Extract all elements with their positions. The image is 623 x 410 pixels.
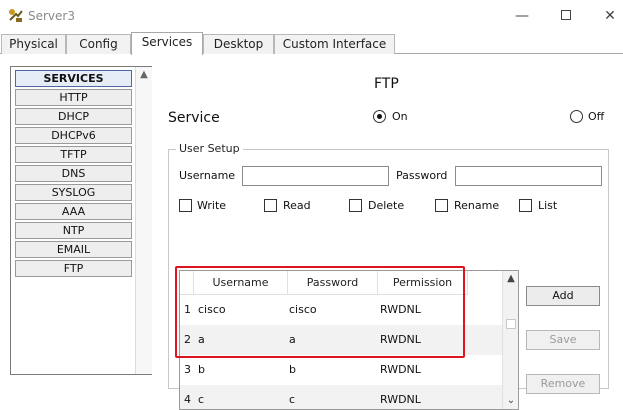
- server-app-icon: [9, 9, 23, 22]
- radio-selected-icon: [377, 114, 382, 119]
- read-checkbox[interactable]: [264, 199, 277, 212]
- tab-physical[interactable]: Physical: [1, 34, 66, 54]
- table-scrollbar[interactable]: ▲ ⌄: [502, 271, 518, 409]
- delete-checkbox[interactable]: [349, 199, 362, 212]
- service-off-radio[interactable]: [570, 110, 583, 123]
- service-off-label: Off: [588, 110, 605, 123]
- list-checkbox[interactable]: [519, 199, 532, 212]
- service-list-panel: SERVICES HTTP DHCP DHCPv6 TFTP DNS SYSLO…: [10, 66, 152, 375]
- row-permission: RWDNL: [380, 393, 421, 406]
- write-label: Write: [197, 199, 227, 212]
- tab-services[interactable]: Services: [131, 32, 203, 55]
- scroll-down-icon[interactable]: ⌄: [503, 393, 518, 409]
- row-permission: RWDNL: [380, 363, 421, 376]
- maximize-icon: [561, 10, 571, 20]
- scroll-thumb[interactable]: [506, 319, 516, 329]
- sidebar-item-services[interactable]: SERVICES: [15, 70, 132, 87]
- table-row[interactable]: 4 c c RWDNL: [180, 385, 502, 409]
- sidebar-item-syslog[interactable]: SYSLOG: [15, 184, 132, 201]
- delete-label: Delete: [368, 199, 405, 212]
- password-field[interactable]: [455, 166, 602, 186]
- service-label: Service: [168, 110, 220, 126]
- row-password: c: [289, 393, 296, 406]
- sidebar-item-aaa[interactable]: AAA: [15, 203, 132, 220]
- row-password: b: [289, 363, 296, 376]
- tab-custom-interface[interactable]: Custom Interface: [274, 34, 395, 54]
- scroll-up-icon[interactable]: ▲: [503, 271, 518, 287]
- add-button[interactable]: Add: [526, 286, 600, 306]
- row-index: 4: [184, 393, 191, 406]
- sidebar-item-http[interactable]: HTTP: [15, 89, 132, 106]
- sidebar-item-tftp[interactable]: TFTP: [15, 146, 132, 163]
- list-label: List: [538, 199, 558, 212]
- tab-config[interactable]: Config: [66, 34, 131, 54]
- remove-button[interactable]: Remove: [526, 374, 600, 394]
- page-title: FTP: [374, 76, 399, 92]
- minimize-button[interactable]: —: [512, 6, 532, 26]
- write-checkbox[interactable]: [179, 199, 192, 212]
- row-username: c: [198, 393, 205, 406]
- service-on-label: On: [392, 110, 408, 123]
- read-label: Read: [283, 199, 311, 212]
- tab-bar: Physical Config Services Desktop Custom …: [0, 32, 623, 55]
- rename-checkbox[interactable]: [435, 199, 448, 212]
- service-list: SERVICES HTTP DHCP DHCPv6 TFTP DNS SYSLO…: [15, 70, 132, 279]
- username-field[interactable]: [242, 166, 389, 186]
- tab-desktop[interactable]: Desktop: [203, 34, 274, 54]
- sidebar-scrollbar[interactable]: ▲: [135, 67, 152, 374]
- username-label: Username: [179, 169, 236, 182]
- window-title: Server3: [28, 9, 75, 23]
- service-on-radio[interactable]: [373, 110, 386, 123]
- user-setup-legend: User Setup: [176, 142, 243, 155]
- sidebar-item-ftp[interactable]: FTP: [15, 260, 132, 277]
- sidebar-item-dns[interactable]: DNS: [15, 165, 132, 182]
- row-index: 3: [184, 363, 191, 376]
- sidebar-item-dhcpv6[interactable]: DHCPv6: [15, 127, 132, 144]
- scroll-up-icon[interactable]: ▲: [136, 67, 152, 83]
- sidebar-item-dhcp[interactable]: DHCP: [15, 108, 132, 125]
- sidebar-item-ntp[interactable]: NTP: [15, 222, 132, 239]
- table-row[interactable]: 3 b b RWDNL: [180, 355, 502, 385]
- rename-label: Rename: [454, 199, 500, 212]
- password-label: Password: [396, 169, 448, 182]
- save-button[interactable]: Save: [526, 330, 600, 350]
- title-bar: Server3 — ✕: [0, 0, 623, 32]
- row-username: b: [198, 363, 205, 376]
- sidebar-item-email[interactable]: EMAIL: [15, 241, 132, 258]
- close-button[interactable]: ✕: [600, 6, 620, 26]
- maximize-button[interactable]: [556, 6, 576, 26]
- highlight-box: [175, 266, 465, 358]
